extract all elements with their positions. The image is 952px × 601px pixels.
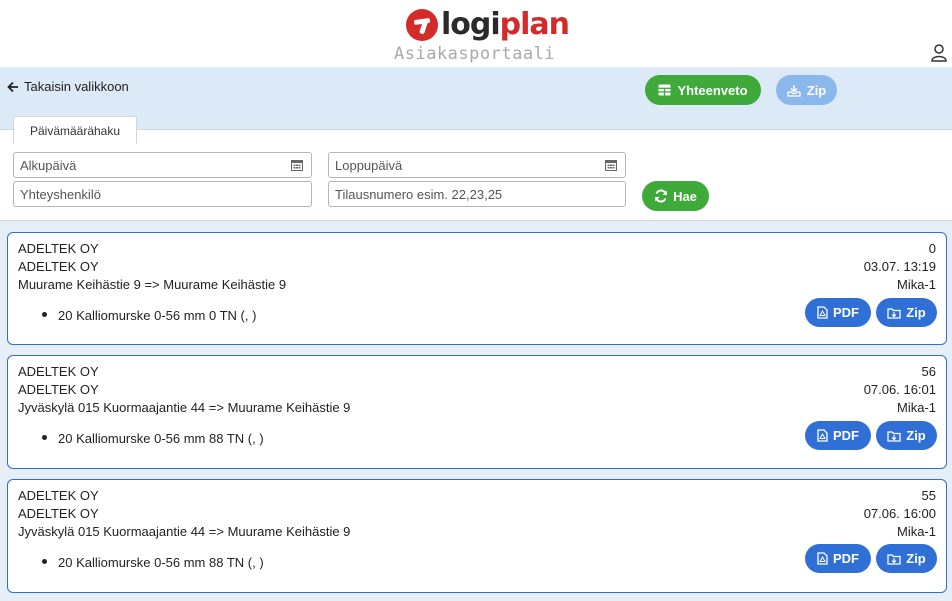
zip-button[interactable]: Zip (876, 298, 937, 327)
logo-text-part2: plan (499, 7, 570, 42)
card-company-secondary: ADELTEK OY (18, 382, 99, 397)
zip-button[interactable]: Zip (876, 544, 937, 573)
card-company: ADELTEK OY (18, 488, 99, 503)
pdf-button[interactable]: PDF (805, 544, 871, 573)
search-button-label: Hae (673, 188, 697, 204)
folder-download-icon (887, 553, 901, 565)
calendar-icon[interactable] (291, 159, 303, 171)
pdf-button[interactable]: PDF (805, 421, 871, 450)
logiplan-logo: logiplan (406, 7, 570, 42)
list-bullet (42, 559, 47, 564)
arrow-left-icon (7, 81, 18, 92)
card-number: 0 (928, 241, 936, 256)
back-to-menu-link[interactable]: Takaisin valikkoon (7, 79, 129, 94)
logo-text-part1: logi (441, 7, 501, 42)
back-label: Takaisin valikkoon (24, 79, 129, 94)
logo-text: logiplan (441, 7, 570, 42)
card-company-secondary: ADELTEK OY (18, 506, 99, 521)
card-item: 20 Kalliomurske 0-56 mm 88 TN (, ) (58, 431, 264, 446)
delivery-card[interactable]: ADELTEK OY ADELTEK OY Muurame Keihästie … (7, 232, 947, 345)
tab-date-search[interactable]: Päivämäärähaku (13, 116, 137, 144)
zip-button-label: Zip (906, 305, 926, 320)
zip-button[interactable]: Zip (876, 421, 937, 450)
portal-title: Asiakasportaali (394, 44, 556, 64)
delivery-card[interactable]: ADELTEK OY ADELTEK OY Jyväskylä 015 Kuor… (7, 355, 947, 469)
start-date-placeholder: Alkupäivä (20, 157, 77, 173)
folder-download-icon (887, 430, 901, 442)
card-route: Muurame Keihästie 9 => Muurame Keihästie… (18, 277, 287, 292)
pdf-button-label: PDF (833, 551, 859, 566)
contact-person-field[interactable]: Yhteyshenkilö (13, 181, 312, 207)
pdf-file-icon (817, 429, 828, 442)
card-number: 55 (921, 488, 936, 503)
folder-download-icon (887, 307, 901, 319)
card-item: 20 Kalliomurske 0-56 mm 0 TN (, ) (58, 308, 257, 323)
pdf-file-icon (817, 552, 828, 565)
card-company: ADELTEK OY (18, 241, 99, 256)
card-datetime: 07.06. 16:00 (863, 506, 936, 521)
card-datetime: 03.07. 13:19 (863, 259, 936, 274)
zip-button-label: Zip (906, 428, 926, 443)
pdf-button[interactable]: PDF (805, 298, 871, 327)
list-bullet (42, 435, 47, 440)
logo-mark-icon (406, 9, 438, 41)
pdf-button-label: PDF (833, 428, 859, 443)
user-icon[interactable] (930, 44, 948, 62)
pdf-file-icon (817, 306, 828, 319)
summary-label: Yhteenveto (677, 82, 748, 98)
table-icon (658, 84, 671, 96)
card-user: Mika-1 (896, 400, 936, 415)
pdf-button-label: PDF (833, 305, 859, 320)
card-route: Jyväskylä 015 Kuormaajantie 44 => Muuram… (18, 400, 351, 415)
order-number-placeholder: Tilausnumero esim. 22,23,25 (335, 186, 503, 202)
card-number: 56 (921, 364, 936, 379)
card-company: ADELTEK OY (18, 364, 99, 379)
card-user: Mika-1 (896, 277, 936, 292)
card-user: Mika-1 (896, 524, 936, 539)
search-button[interactable]: Hae (642, 181, 709, 211)
card-route: Jyväskylä 015 Kuormaajantie 44 => Muuram… (18, 524, 351, 539)
tab-date-search-label: Päivämäärähaku (29, 123, 121, 138)
zip-button-label: Zip (906, 551, 926, 566)
refresh-icon (655, 189, 668, 203)
delivery-card[interactable]: ADELTEK OY ADELTEK OY Jyväskylä 015 Kuor… (7, 479, 947, 593)
card-datetime: 07.06. 16:01 (863, 382, 936, 397)
order-number-field[interactable]: Tilausnumero esim. 22,23,25 (328, 181, 626, 207)
start-date-field[interactable]: Alkupäivä (13, 152, 312, 178)
end-date-placeholder: Loppupäivä (335, 157, 403, 173)
zip-all-button[interactable]: Zip (776, 75, 837, 105)
list-bullet (42, 312, 47, 317)
download-tray-icon (787, 84, 801, 97)
search-panel: Alkupäivä Loppupäivä Yhteyshenkilö Tilau… (0, 129, 952, 221)
card-item: 20 Kalliomurske 0-56 mm 88 TN (, ) (58, 555, 264, 570)
zip-all-label: Zip (806, 82, 827, 98)
card-company-secondary: ADELTEK OY (18, 259, 99, 274)
end-date-field[interactable]: Loppupäivä (328, 152, 626, 178)
contact-person-placeholder: Yhteyshenkilö (20, 186, 101, 202)
calendar-icon[interactable] (605, 159, 617, 171)
header: logiplan Asiakasportaali (0, 0, 952, 67)
top-bar: Takaisin valikkoon Yhteenveto Zip (0, 67, 952, 129)
summary-button[interactable]: Yhteenveto (645, 75, 761, 105)
